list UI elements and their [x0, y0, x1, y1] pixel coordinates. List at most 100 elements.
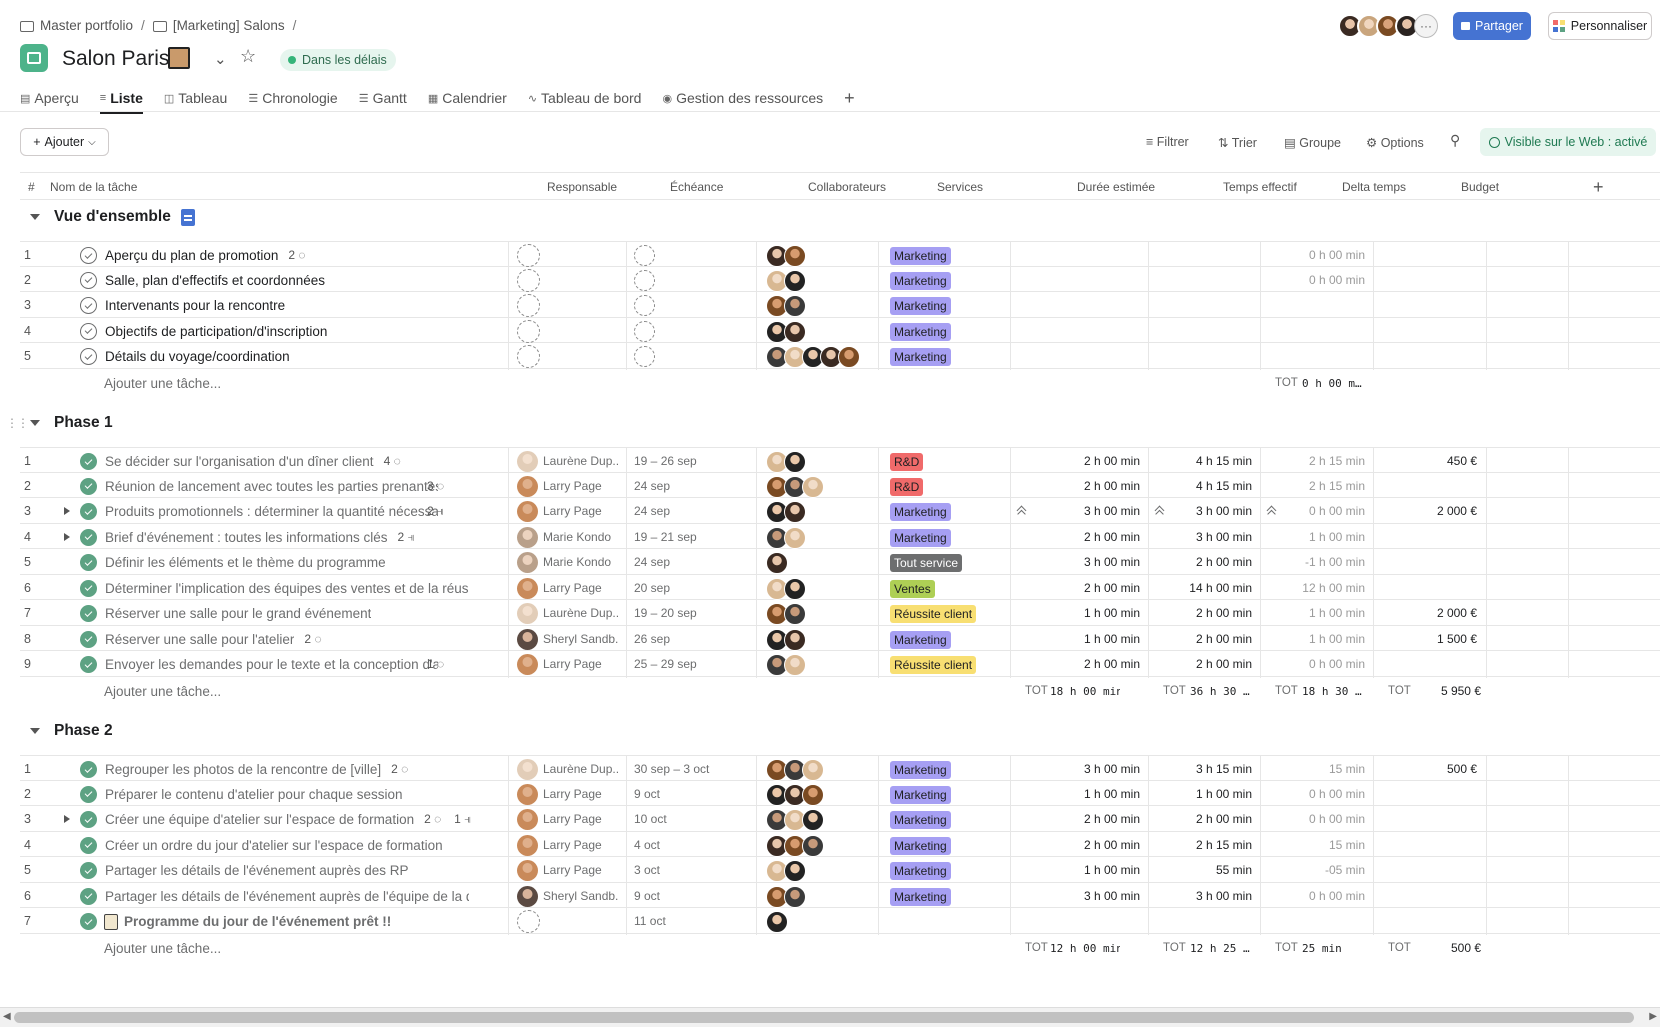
- table-row[interactable]: 1 Aperçu du plan de promotion 2 ◌ Marketing…: [20, 241, 1660, 267]
- due-date[interactable]: 26 sep: [634, 626, 670, 653]
- assignee-name[interactable]: Laurène Dup...: [543, 600, 618, 627]
- sort-button[interactable]: ⇅ Trier: [1218, 135, 1257, 150]
- service-tag[interactable]: Marketing: [890, 528, 951, 547]
- avatar[interactable]: [784, 885, 806, 908]
- avatar[interactable]: [766, 911, 788, 933]
- avatar[interactable]: [784, 860, 806, 882]
- service-tag[interactable]: Marketing: [890, 297, 951, 315]
- task-name[interactable]: Déterminer l'implication des équipes des…: [105, 575, 469, 602]
- unassigned-avatar-icon[interactable]: [517, 345, 540, 368]
- horizontal-scrollbar[interactable]: ◀ ▶: [0, 1007, 1660, 1027]
- task-name[interactable]: Objectifs de participation/d'inscription: [105, 318, 327, 345]
- table-row[interactable]: 4 Créer un ordre du jour d'atelier sur l'…: [20, 832, 1660, 859]
- estimated-duration[interactable]: 3 h 00 min: [1030, 756, 1140, 783]
- collaborator-avatars[interactable]: [766, 911, 788, 933]
- assignee-name[interactable]: Marie Kondo: [543, 524, 618, 551]
- service-tag[interactable]: Marketing: [890, 761, 951, 779]
- actual-time[interactable]: 2 h 00 min: [1142, 651, 1252, 678]
- service-tag[interactable]: Marketing: [890, 322, 951, 341]
- col-budget[interactable]: Budget: [1453, 173, 1499, 201]
- avatar[interactable]: [784, 269, 806, 292]
- unassigned-avatar-icon[interactable]: [517, 294, 540, 317]
- chevron-down-icon[interactable]: ⌄: [214, 50, 227, 68]
- status-badge[interactable]: Dans les délais: [280, 49, 396, 71]
- due-date[interactable]: 19 – 21 sep: [634, 524, 697, 551]
- assignee-name[interactable]: Larry Page: [543, 832, 618, 859]
- actual-time[interactable]: 3 h 00 min: [1142, 524, 1252, 551]
- comment-count[interactable]: 4 ◌: [384, 448, 401, 475]
- avatar[interactable]: [802, 475, 824, 498]
- delta-time[interactable]: -05 min: [1255, 857, 1365, 884]
- share-button[interactable]: Partager: [1453, 12, 1531, 40]
- calendar-icon[interactable]: [634, 295, 655, 316]
- scroll-left-icon[interactable]: ◀: [3, 1011, 11, 1022]
- complete-checkbox[interactable]: [80, 322, 97, 340]
- due-date[interactable]: 25 – 29 sep: [634, 651, 697, 678]
- task-name[interactable]: Programme du jour de l'événement prêt !!: [124, 908, 391, 935]
- delta-time[interactable]: 12 h 00 min: [1255, 575, 1365, 602]
- due-date[interactable]: 24 sep: [634, 473, 670, 500]
- actual-time[interactable]: 1 h 00 min: [1142, 781, 1252, 808]
- delta-time[interactable]: 2 h 15 min: [1255, 473, 1365, 500]
- collaborator-avatars[interactable]: [766, 295, 806, 317]
- tab-board[interactable]: ◫ Tableau: [164, 84, 227, 112]
- section-title[interactable]: Vue d'ensemble: [54, 208, 171, 226]
- table-row[interactable]: 1 Regrouper les photos de la rencontre de…: [20, 755, 1660, 781]
- estimated-duration[interactable]: 2 h 00 min: [1030, 832, 1140, 859]
- tab-resources[interactable]: ◉ Gestion des ressources: [662, 84, 823, 112]
- calendar-icon[interactable]: [634, 269, 655, 291]
- more-members-button[interactable]: ···: [1414, 14, 1438, 38]
- assignee-avatar[interactable]: [517, 475, 538, 497]
- table-row[interactable]: 5 Partager les détails de l'événement aup…: [20, 857, 1660, 883]
- complete-checkbox[interactable]: [80, 605, 97, 622]
- avatar[interactable]: [784, 654, 806, 676]
- table-row[interactable]: 7 Programme du jour de l'événement prêt !…: [20, 908, 1660, 934]
- breadcrumb-item-portfolio[interactable]: Master portfolio: [40, 18, 133, 33]
- assignee-avatar[interactable]: [517, 552, 538, 573]
- assignee-name[interactable]: Larry Page: [543, 806, 618, 833]
- subtask-count[interactable]: 2 ⫣: [397, 524, 414, 551]
- assignee-avatar[interactable]: [517, 809, 538, 830]
- assignee-name[interactable]: Larry Page: [543, 651, 618, 678]
- task-name[interactable]: Réserver une salle pour le grand événeme…: [105, 600, 371, 627]
- expand-subtasks-icon[interactable]: [64, 815, 70, 823]
- due-date[interactable]: 9 oct: [634, 781, 660, 808]
- assignee-name[interactable]: Sheryl Sandb...: [543, 883, 618, 910]
- col-actual[interactable]: Temps effectif: [1215, 173, 1297, 201]
- collaborator-avatars[interactable]: [766, 809, 824, 831]
- avatar[interactable]: [802, 834, 824, 857]
- collapse-triangle-icon[interactable]: [30, 420, 40, 426]
- collapse-triangle-icon[interactable]: [30, 214, 40, 220]
- delta-time[interactable]: 1 h 00 min: [1255, 524, 1365, 551]
- document-icon[interactable]: [180, 208, 195, 226]
- delta-time[interactable]: 2 h 15 min: [1255, 448, 1365, 475]
- actual-time[interactable]: 2 h 00 min: [1142, 806, 1252, 833]
- comment-count[interactable]: 2 ◌: [391, 756, 408, 783]
- service-tag[interactable]: Marketing: [890, 836, 951, 855]
- actual-time[interactable]: 4 h 15 min: [1142, 473, 1252, 500]
- col-task-name[interactable]: Nom de la tâche: [42, 173, 137, 201]
- table-row[interactable]: 2 Préparer le contenu d'atelier pour chaq…: [20, 781, 1660, 808]
- service-tag[interactable]: Marketing: [890, 247, 951, 265]
- collaborator-avatars[interactable]: [766, 320, 806, 343]
- due-date[interactable]: 19 – 26 sep: [634, 448, 697, 475]
- complete-checkbox[interactable]: [80, 836, 97, 854]
- table-row[interactable]: 2 Réunion de lancement avec toutes les pa…: [20, 473, 1660, 500]
- collaborator-avatars[interactable]: [766, 501, 806, 523]
- delta-time[interactable]: 0 h 00 min: [1255, 242, 1365, 269]
- avatar[interactable]: [802, 759, 824, 781]
- collaborator-avatars[interactable]: [766, 783, 824, 806]
- complete-checkbox[interactable]: [80, 348, 97, 365]
- task-name[interactable]: Produits promotionnels : déterminer la q…: [105, 498, 438, 525]
- assignee-avatar[interactable]: [517, 628, 538, 650]
- complete-checkbox[interactable]: [80, 785, 97, 803]
- complete-checkbox[interactable]: [80, 528, 97, 546]
- service-tag[interactable]: Marketing: [890, 811, 951, 829]
- comment-count[interactable]: 3 ◌: [427, 473, 444, 500]
- subtask-count[interactable]: 1 ⫣: [454, 806, 471, 833]
- task-name[interactable]: Réunion de lancement avec toutes les par…: [105, 473, 438, 500]
- unassigned-avatar-icon[interactable]: [517, 268, 540, 292]
- unassigned-avatar-icon[interactable]: [517, 244, 540, 267]
- search-icon[interactable]: ⚲: [1450, 132, 1460, 149]
- assignee-name[interactable]: Sheryl Sandb...: [543, 626, 618, 653]
